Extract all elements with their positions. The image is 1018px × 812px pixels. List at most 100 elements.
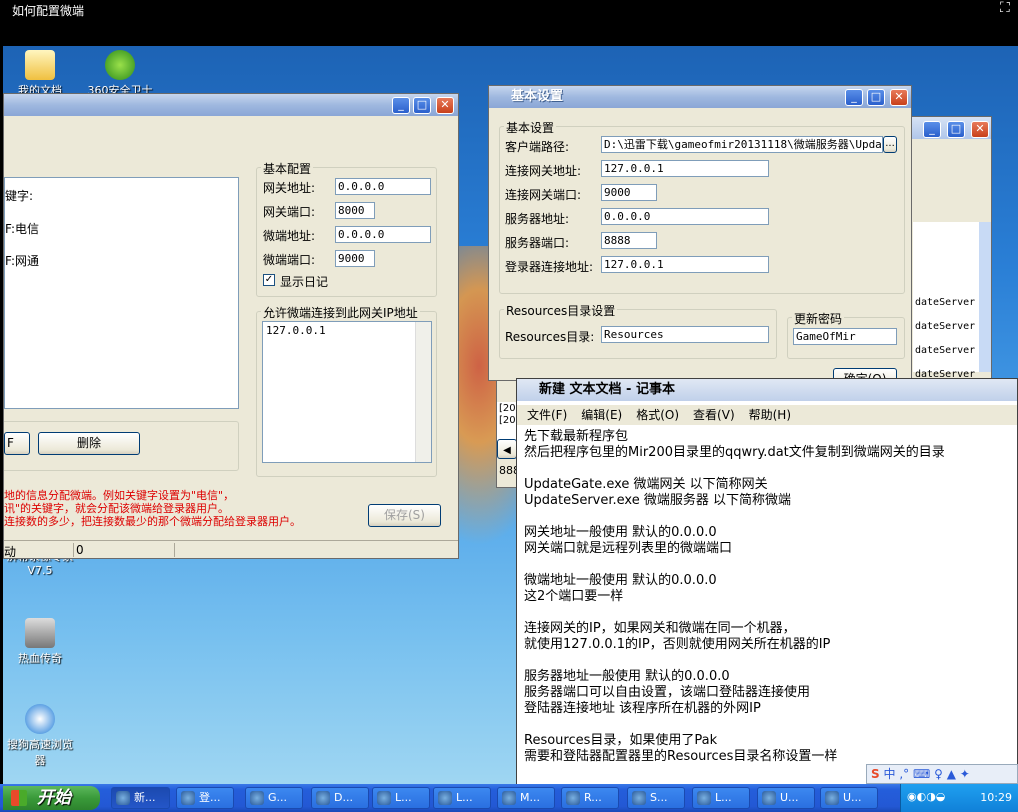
gate-addr-label: 网关地址:	[263, 181, 316, 195]
sogou-browser-icon[interactable]: 搜狗高速浏览器	[5, 704, 75, 768]
list-item: dateServer	[915, 297, 976, 308]
notepad-line	[524, 461, 1017, 477]
browse-button[interactable]: ...	[883, 136, 897, 153]
notepad-line	[524, 717, 1017, 733]
allow-ip-item[interactable]: 127.0.0.1	[266, 324, 326, 337]
resources-input[interactable]: Resources	[601, 326, 769, 343]
menu-help[interactable]: 帮助(H)	[749, 408, 791, 422]
notepad-line	[524, 653, 1017, 669]
taskbar-item[interactable]: U...	[757, 787, 815, 809]
allow-ip-list[interactable]: 127.0.0.1	[262, 321, 432, 463]
notepad-line	[524, 509, 1017, 525]
password-input[interactable]: GameOfMir	[793, 328, 897, 345]
gate-port-input[interactable]: 9000	[601, 184, 657, 201]
taskbar-item[interactable]: L...	[433, 787, 491, 809]
maximize-icon[interactable]: □	[867, 89, 885, 106]
save-button[interactable]: 保存(S)	[368, 504, 441, 527]
micro-addr-input[interactable]: 0.0.0.0	[335, 226, 431, 243]
list-item: dateServer	[915, 321, 976, 332]
hint-text: 连接数的多少，把连接数最少的那个微端分配给登录器用户。	[4, 515, 301, 528]
window-title: 如何配置微端	[12, 4, 85, 18]
notepad-line: 服务器地址一般使用 默认的0.0.0.0	[524, 669, 730, 684]
menu-view[interactable]: 查看(V)	[693, 408, 735, 422]
notepad-title-bar[interactable]: 新建 文本文档 - 记事本	[517, 379, 1017, 401]
taskbar-item[interactable]: R...	[561, 787, 619, 809]
server-port-label: 服务器端口:	[505, 236, 570, 250]
notepad-line: 就使用127.0.0.1的IP，否则就使用网关所在机器的IP	[524, 637, 831, 652]
start-button[interactable]: 开始	[3, 786, 100, 810]
documents-icon[interactable]: 我的文档	[5, 50, 75, 98]
ime-bar[interactable]: S 中 ,° ⌨ ♀ ▲ ✦	[866, 764, 1018, 784]
menu-edit[interactable]: 编辑(E)	[581, 408, 622, 422]
close-icon[interactable]: ✕	[971, 121, 989, 138]
notepad-window: 新建 文本文档 - 记事本 文件(F) 编辑(E) 格式(O) 查看(V) 帮助(H) …	[516, 378, 1018, 790]
360-security-icon[interactable]: 360安全卫士	[85, 50, 155, 98]
status-bar: 动 0	[4, 540, 458, 558]
notepad-line: 服务器端口可以自由设置，该端口登陆器连接使用	[524, 685, 811, 700]
notepad-line: 网关地址一般使用 默认的0.0.0.0	[524, 525, 717, 540]
taskbar-item[interactable]: S...	[627, 787, 685, 809]
list-item: dateServer	[915, 345, 976, 356]
taskbar-item[interactable]: G...	[245, 787, 303, 809]
notepad-line: UpdateGate.exe 微端网关 以下简称网关	[524, 477, 768, 492]
taskbar-item[interactable]: L...	[692, 787, 750, 809]
maximize-icon[interactable]: □	[413, 97, 431, 114]
notepad-text[interactable]: 先下载最新程序包 然后把程序包里的Mir200目录里的qqwry.dat文件复制到…	[524, 429, 1017, 765]
add-button[interactable]: F	[4, 432, 30, 455]
tray-icons[interactable]: ◉◐◑◒	[907, 790, 945, 803]
keyword-list[interactable]: 键字: F:电信 F:网通	[4, 177, 239, 409]
gate-title-bar[interactable]	[4, 94, 458, 116]
taskbar-item[interactable]: D...	[311, 787, 369, 809]
server-addr-label: 服务器地址:	[505, 212, 570, 226]
menu-file[interactable]: 文件(F)	[527, 408, 567, 422]
sogou-ime-icon: S	[871, 767, 880, 781]
notepad-line: 连接网关的IP，如果网关和微端在同一个机器，	[524, 621, 796, 636]
scroll-left-button[interactable]: ◀	[497, 439, 517, 459]
notepad-line: Resources目录，如果使用了Pak	[524, 733, 718, 748]
notepad-line: 先下载最新程序包	[524, 429, 629, 444]
server-port-input[interactable]: 8888	[601, 232, 657, 249]
taskbar-item[interactable]: L...	[372, 787, 430, 809]
gate-port-input[interactable]: 8000	[335, 202, 375, 219]
notepad-title: 新建 文本文档 - 记事本	[539, 382, 675, 397]
menu-format[interactable]: 格式(O)	[636, 408, 679, 422]
maximize-icon[interactable]: □	[947, 121, 965, 138]
scrollbar[interactable]	[979, 222, 991, 372]
taskbar-item[interactable]: M...	[497, 787, 555, 809]
list-item[interactable]: 键字:	[5, 187, 33, 204]
list-item[interactable]: F:网通	[5, 252, 39, 269]
fullscreen-icon[interactable]: ⛶	[1000, 0, 1016, 16]
micro-addr-label: 微端地址:	[263, 229, 316, 243]
taskbar-item[interactable]: 登...	[176, 787, 234, 809]
log-item: [20	[499, 415, 516, 426]
gate-port-label: 连接网关端口:	[505, 188, 582, 202]
minimize-icon[interactable]: _	[392, 97, 410, 114]
gate-addr-input[interactable]: 127.0.0.1	[601, 160, 769, 177]
notepad-line: 登陆器连接地址 该程序所在机器的外网IP	[524, 701, 761, 716]
server-addr-input[interactable]: 0.0.0.0	[601, 208, 769, 225]
taskbar-item[interactable]: 新...	[111, 787, 170, 809]
close-icon[interactable]: ✕	[890, 89, 908, 106]
micro-port-input[interactable]: 9000	[335, 250, 375, 267]
server-list[interactable]: dateServer dateServer dateServer dateSer…	[913, 222, 991, 380]
legend-game-icon[interactable]: 热血传奇	[5, 618, 75, 666]
notepad-line: 需要和登陆器配置器里的Resources目录名称设置一样	[524, 749, 838, 764]
show-log-checkbox[interactable]: ✓	[263, 274, 275, 286]
minimize-icon[interactable]: _	[923, 121, 941, 138]
gate-addr-input[interactable]: 0.0.0.0	[335, 178, 431, 195]
resources-label: Resources目录:	[505, 330, 595, 344]
taskbar-item[interactable]: U...	[820, 787, 878, 809]
close-icon[interactable]: ✕	[436, 97, 454, 114]
scrollbar[interactable]	[415, 322, 431, 462]
minimize-icon[interactable]: _	[845, 89, 863, 106]
client-path-input[interactable]: D:\迅雷下载\gameofmir20131118\微端服务器\Updat	[601, 136, 883, 153]
delete-button[interactable]: 删除	[38, 432, 140, 455]
client-path-label: 客户端路径:	[505, 140, 570, 154]
notepad-line	[524, 605, 1017, 621]
login-addr-input[interactable]: 127.0.0.1	[601, 256, 769, 273]
status-divider	[174, 543, 274, 557]
notepad-line	[524, 557, 1017, 573]
ime-mode[interactable]: 中	[883, 767, 895, 781]
ime-tools-icon[interactable]: ,° ⌨ ♀ ▲ ✦	[899, 767, 969, 781]
list-item[interactable]: F:电信	[5, 220, 39, 237]
